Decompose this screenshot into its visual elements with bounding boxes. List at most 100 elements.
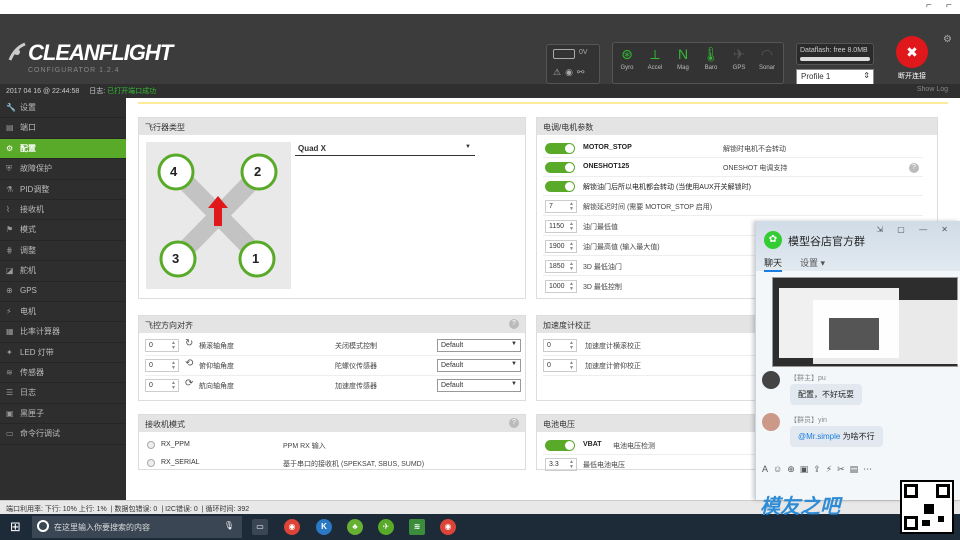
task-view-icon[interactable]: ▭ [252, 519, 268, 535]
sidebar-item-modes[interactable]: ⚑ 模式 [0, 220, 126, 241]
taskbar-search-box[interactable]: 在这里输入你要搜索的内容 🎙 [32, 516, 242, 538]
user-avatar[interactable] [762, 371, 780, 389]
radio-button[interactable] [147, 459, 155, 467]
accel-roll-input[interactable]: 0 ▲ ▼ [543, 339, 577, 352]
accel-pitch-input[interactable]: 0 ▲ ▼ [543, 359, 577, 372]
cleanflight-taskbar-icon[interactable]: ✈ [378, 519, 394, 535]
mention-link[interactable]: @Mr.simple [798, 432, 840, 441]
sidebar-item-gps[interactable]: ⊕ GPS [0, 282, 126, 302]
sidebar-item-failsafe[interactable]: ⛨ 故障保护 [0, 159, 126, 180]
sidebar-item-ports[interactable]: ▤ 端口 [0, 118, 126, 139]
mixer-type-value: Quad X [298, 144, 327, 153]
gear-icon: ⚙ [6, 143, 14, 153]
group-avatar-icon: ✿ [764, 231, 782, 249]
chrome-icon[interactable]: ◉ [284, 519, 300, 535]
screenshot-photo [829, 318, 879, 350]
motor-label: 1 [252, 251, 260, 266]
settings-gear-icon[interactable]: ⚙ [943, 34, 952, 45]
cli-icon: ▭ [6, 429, 14, 439]
sensor-gyro: ⊛ Gyro [613, 43, 641, 83]
mag-icon: N [677, 46, 689, 62]
microphone-icon[interactable]: 🎙 [224, 521, 234, 530]
maximize-icon[interactable]: ⌐ [946, 0, 952, 11]
alignment-label: 俯仰轴角度 [199, 363, 234, 370]
pitch-alignment-input[interactable]: 0 ▲ ▼ [145, 359, 179, 372]
sidebar-item-logging[interactable]: ☰ 日志 [0, 383, 126, 404]
alignment-label: 航向轴角度 [199, 383, 234, 390]
feature-desc: 解锁时电机不会转动 [723, 146, 786, 153]
receiver-option[interactable]: RX_PPM PPM RX 输入 [147, 437, 517, 455]
sidebar-item-sensors[interactable]: ≋ 传感器 [0, 363, 126, 384]
mixer-type-select[interactable]: Quad X ▼ [295, 143, 475, 156]
receiver-option[interactable]: RX_SERIAL 基于串口的接收机 (SPEKSAT, SBUS, SUMD) [147, 455, 517, 473]
receiver-icon: ⌇ [6, 204, 10, 214]
oneshot-toggle[interactable] [545, 162, 575, 173]
chat-toolbar[interactable]: A☺⊕▣⇪⚡✂▤⋯ [762, 464, 958, 475]
feature-row: ONESHOT125 ONESHOT 电调支持 ? [543, 159, 923, 177]
alignment-select[interactable]: Default ▼ [437, 339, 521, 352]
chrome-icon[interactable]: ◉ [440, 519, 456, 535]
sidebar-item-receiver[interactable]: ⌇ 接收机 [0, 200, 126, 221]
gallery-icon[interactable]: ≋ [409, 519, 425, 535]
minimize-icon[interactable]: ⌐ [926, 0, 932, 11]
watermark-logo: 模友之吧 [760, 496, 840, 518]
show-log-link[interactable]: Show Log [917, 86, 948, 93]
feature-label: 解锁油门后所以电机都会转动 (当使用AUX开关解锁时) [583, 184, 751, 191]
ports-icon: ▤ [6, 123, 14, 133]
min-cell-voltage-input[interactable]: 3.3 ▲ ▼ [545, 458, 577, 471]
gyro-alignment-select[interactable]: Default ▼ [437, 359, 521, 372]
profile-select[interactable]: Profile 1 ⇕ [796, 69, 874, 85]
log-icon: ☰ [6, 388, 14, 398]
trim-label: 加速度计横滚校正 [585, 343, 641, 350]
sidebar-item-motors[interactable]: ⚡ 电机 [0, 302, 126, 323]
esc-panel-title: 电调/电机参数 [537, 118, 937, 135]
vbat-toggle[interactable] [545, 440, 575, 451]
sidebar-item-pid[interactable]: ⚗ PID调整 [0, 180, 126, 200]
number-label: 最低电池电压 [583, 462, 625, 469]
shared-screenshot-image[interactable] [772, 277, 960, 367]
motor-spin-toggle[interactable] [545, 181, 575, 192]
logo-version: CONFIGURATOR 1.2.4 [28, 67, 120, 74]
number-label: 3D 最低控制 [583, 284, 622, 291]
chat-message: 【群主】pu 配置，不好玩耍 [762, 371, 952, 409]
max-throttle-input[interactable]: 1900 ▲ ▼ [545, 240, 577, 253]
app-icon[interactable]: ♣ [347, 519, 363, 535]
min-throttle-input[interactable]: 1150 ▲ ▼ [545, 220, 577, 233]
accel-alignment-select[interactable]: Default ▼ [437, 379, 521, 392]
sidebar-item-blackbox[interactable]: ▣ 黑匣子 [0, 404, 126, 425]
motor-icon: ⚡ [6, 306, 12, 316]
app-header: CLEANFLIGHT CONFIGURATOR 1.2.4 0V ⚠◉⚯ ⊛ G… [0, 14, 960, 86]
user-avatar[interactable] [762, 413, 780, 431]
sidebar-item-setup[interactable]: 🔧 设置 [0, 98, 126, 119]
help-icon[interactable]: ? [909, 163, 919, 173]
3d-neutral-input[interactable]: 1000 ▲ ▼ [545, 280, 577, 293]
alignment-row: 0 ▲ ▼ ⟳ 航向轴角度 加速度传感器 Default ▼ [145, 376, 521, 396]
sidebar-item-cli[interactable]: ▭ 命令行调试 [0, 424, 126, 445]
arm-delay-input[interactable]: 7 ▲ ▼ [545, 200, 577, 213]
sender-name: 【群主】pu [790, 375, 826, 382]
number-label: 3D 最低油门 [583, 264, 622, 271]
sidebar-item-led[interactable]: ✦ LED 灯带 [0, 343, 126, 364]
radio-button[interactable] [147, 441, 155, 449]
motor-stop-toggle[interactable] [545, 143, 575, 154]
help-icon[interactable]: ? [509, 319, 519, 329]
yaw-alignment-input[interactable]: 0 ▲ ▼ [145, 379, 179, 392]
3d-low-input[interactable]: 1850 ▲ ▼ [545, 260, 577, 273]
gyro-icon: ⊛ [621, 46, 633, 62]
sidebar-item-configuration[interactable]: ⚙ 配置 [0, 138, 126, 160]
k-app-icon[interactable]: K [316, 519, 332, 535]
window-controls[interactable]: ⇲ ▢ — ✕ [876, 225, 954, 234]
gps-icon: ✈ [733, 46, 745, 62]
tab-chat[interactable]: 聊天 [764, 256, 783, 272]
windows-start-icon[interactable]: ⊞ [10, 520, 24, 534]
disconnect-button[interactable]: ✖ 断开连接 [890, 36, 934, 86]
help-icon[interactable]: ? [509, 418, 519, 428]
roll-alignment-input[interactable]: 0 ▲ ▼ [145, 339, 179, 352]
sidebar-item-calculator[interactable]: ▦ 比率计算器 [0, 322, 126, 343]
log-label: 日志: [89, 88, 106, 95]
sidebar-item-servos[interactable]: ◪ 舵机 [0, 261, 126, 282]
qq-chat-header: ✿ 模型谷店官方群 ⇲ ▢ — ✕ 聊天 设置 ▾ [756, 221, 960, 272]
sidebar-item-adjustments[interactable]: ⋕ 调整 [0, 241, 126, 262]
tab-settings[interactable]: 设置 ▾ [800, 256, 825, 269]
feature-row: 解锁油门后所以电机都会转动 (当使用AUX开关解锁时) [543, 178, 923, 196]
